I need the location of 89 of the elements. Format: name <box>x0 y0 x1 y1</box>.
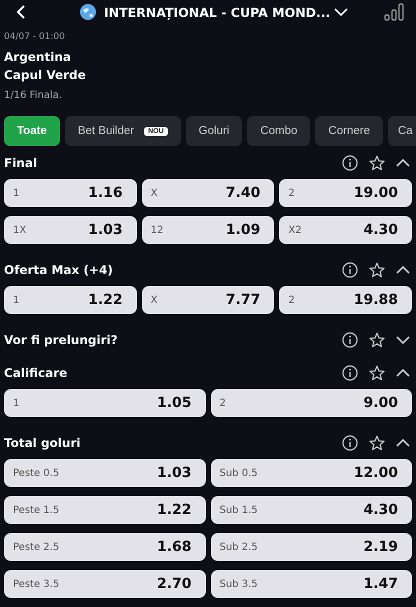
info-icon[interactable] <box>342 262 358 278</box>
tab[interactable]: Ca <box>388 116 416 146</box>
odds-button[interactable]: X 7.77 <box>142 286 274 314</box>
odds-value: 1.05 <box>156 395 192 411</box>
chevron-up-icon[interactable] <box>396 438 410 446</box>
odds-button[interactable]: 2 19.00 <box>279 179 412 207</box>
odds-button[interactable]: 1 1.22 <box>4 286 137 314</box>
globe-icon <box>80 4 96 20</box>
outcome-label: 2 <box>288 294 295 306</box>
info-icon[interactable] <box>342 434 358 450</box>
outcome-label: Sub 1.5 <box>220 504 258 516</box>
team-name: Capul Verde <box>4 67 87 84</box>
match-round: 1/16 Finala. <box>4 90 63 101</box>
back-icon[interactable] <box>16 5 26 19</box>
odds-value: 19.00 <box>354 185 398 201</box>
odds-value: 2.19 <box>363 539 398 555</box>
tab[interactable]: Cornere <box>315 116 383 146</box>
star-icon[interactable] <box>369 332 385 348</box>
info-icon[interactable] <box>342 364 358 380</box>
outcome-label: Sub 3.5 <box>220 578 258 590</box>
odds-value: 1.68 <box>156 539 192 555</box>
info-icon[interactable] <box>342 332 358 348</box>
odds-value: 7.77 <box>226 292 260 308</box>
odds-value: 7.40 <box>226 185 260 201</box>
odds-value: 4.30 <box>363 502 398 518</box>
outcome-label: 1 <box>13 188 20 198</box>
odds-button[interactable]: 1 1.16 <box>4 179 137 207</box>
outcome-label: Sub 0.5 <box>220 468 258 478</box>
odds-button[interactable]: X2 4.30 <box>279 216 412 244</box>
outcome-label: Peste 0.5 <box>13 468 60 478</box>
stats-icon[interactable] <box>384 3 404 21</box>
odds-value: 1.09 <box>226 222 260 238</box>
outcome-label: Peste 1.5 <box>13 504 60 516</box>
outcome-label: 1X <box>13 224 26 236</box>
star-icon[interactable] <box>369 154 385 170</box>
market-title: Calificare <box>4 366 68 380</box>
outcome-label: 2 <box>288 188 295 198</box>
odds-button[interactable]: Sub 0.5 12.00 <box>210 459 412 487</box>
star-icon[interactable] <box>369 262 385 278</box>
market-title: Total goluri <box>4 436 82 450</box>
market-title: Oferta Max (+4) <box>4 262 114 276</box>
odds-value: 4.30 <box>363 222 398 238</box>
info-icon[interactable] <box>342 154 358 170</box>
competition-title: INTERNAȚIONAL - CUPA MOND... <box>104 4 330 20</box>
outcome-label: 1 <box>13 398 20 408</box>
odds-value: 12.00 <box>354 465 398 481</box>
odds-button[interactable]: Peste 2.5 1.68 <box>4 533 206 561</box>
outcome-label: 12 <box>150 224 164 236</box>
team-name: Argentina <box>4 49 72 66</box>
star-icon[interactable] <box>369 364 385 380</box>
market-title: Vor fi prelungiri? <box>4 332 119 346</box>
outcome-label: X <box>150 188 158 198</box>
chevron-up-icon[interactable] <box>396 158 410 166</box>
odds-button[interactable]: 1X 1.03 <box>4 216 137 244</box>
odds-value: 1.03 <box>88 222 123 238</box>
odds-button[interactable]: Peste 0.5 1.03 <box>4 459 206 487</box>
odds-button[interactable]: 2 9.00 <box>210 389 412 417</box>
odds-button[interactable]: 2 19.88 <box>279 286 412 314</box>
outcome-label: X <box>150 294 158 306</box>
odds-button[interactable]: 1 1.05 <box>4 389 206 417</box>
outcome-label: X2 <box>288 224 302 236</box>
chevron-up-icon[interactable] <box>396 368 410 376</box>
odds-value: 9.00 <box>363 395 398 411</box>
chevron-down-icon[interactable] <box>396 336 410 344</box>
odds-value: 1.22 <box>156 502 192 518</box>
odds-button[interactable]: Sub 2.5 2.19 <box>210 533 412 561</box>
outcome-label: Sub 2.5 <box>220 542 258 552</box>
outcome-label: Peste 2.5 <box>13 542 60 552</box>
chevron-up-icon[interactable] <box>396 266 410 274</box>
match-datetime: 04/07 - 01:00 <box>4 32 66 42</box>
odds-button[interactable]: Peste 3.5 2.70 <box>4 570 206 598</box>
odds-button[interactable]: Sub 3.5 1.47 <box>210 570 412 598</box>
tab[interactable]: Combo <box>247 116 310 146</box>
market-title: Final <box>4 156 38 170</box>
odds-value: 2.70 <box>156 576 192 592</box>
star-icon[interactable] <box>369 434 385 450</box>
odds-button[interactable]: X 7.40 <box>142 179 274 207</box>
outcome-label: 2 <box>220 398 226 408</box>
odds-value: 19.88 <box>354 292 398 308</box>
tab[interactable]: Goluri <box>186 116 242 146</box>
outcome-label: Peste 3.5 <box>13 578 60 590</box>
odds-button[interactable]: 12 1.09 <box>142 216 274 244</box>
odds-button[interactable]: Peste 1.5 1.22 <box>4 496 206 524</box>
odds-value: 1.16 <box>88 185 123 201</box>
odds-button[interactable]: Sub 1.5 4.30 <box>210 496 412 524</box>
outcome-label: 1 <box>13 294 20 306</box>
odds-value: 1.22 <box>88 292 123 308</box>
odds-value: 1.47 <box>363 576 398 592</box>
odds-value: 1.03 <box>156 465 192 481</box>
